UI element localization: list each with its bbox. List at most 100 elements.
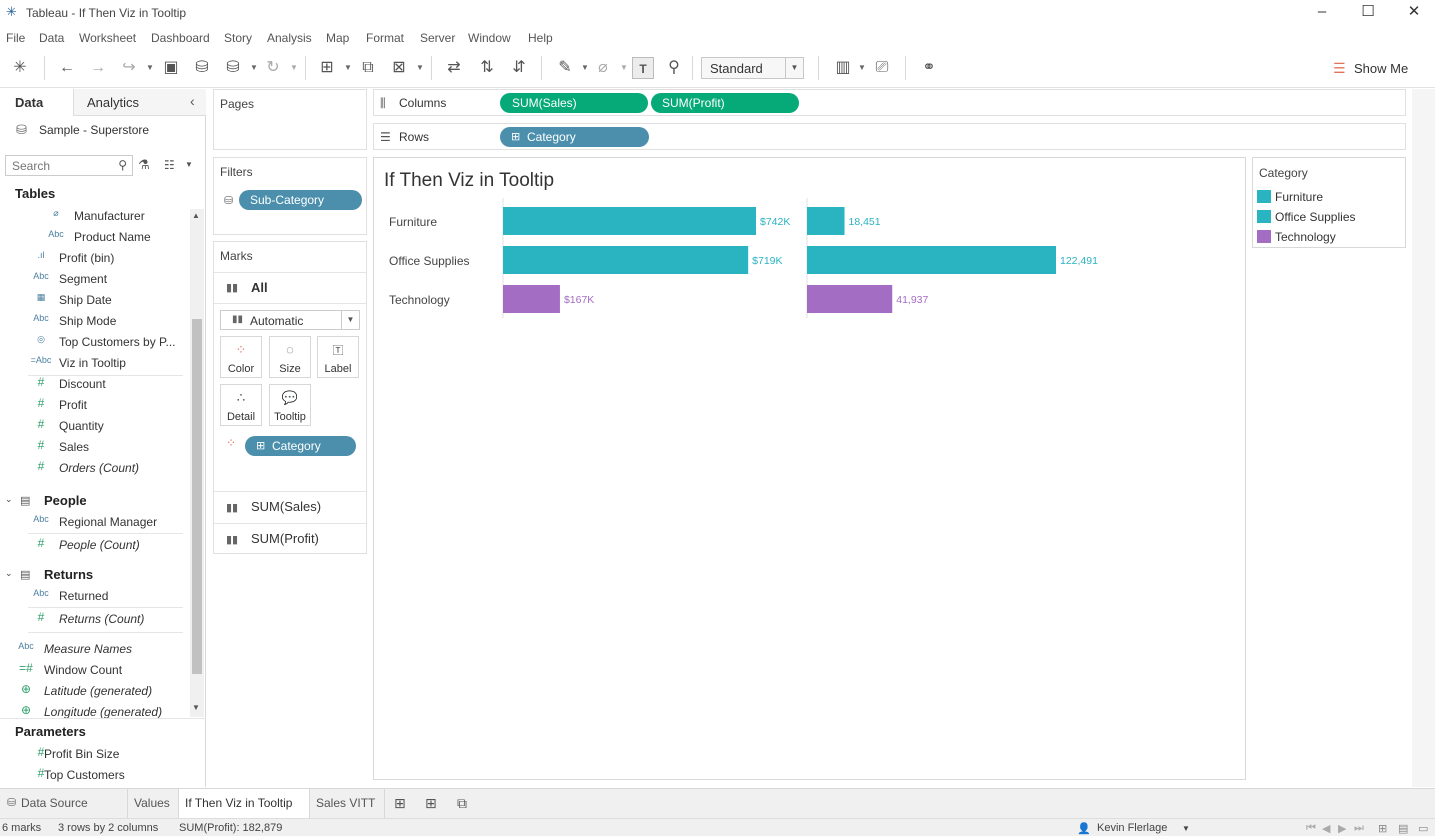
sort-ascending-icon[interactable]: ⇅ [476, 57, 498, 79]
chevron-down-icon[interactable]: ⌄ [5, 568, 13, 579]
show-tabs-icon[interactable]: ▭ [1418, 822, 1428, 835]
chevron-down-icon[interactable]: ▼ [185, 160, 193, 169]
measure-icon: # [37, 396, 45, 410]
tab-analytics[interactable]: Analytics [87, 95, 139, 110]
detail-button[interactable]: ∴ Detail [220, 384, 262, 426]
row-header-label: Furniture [389, 215, 437, 229]
database-icon: ⛁ [7, 797, 17, 809]
marks-sum-profit-row[interactable]: ▮▮ SUM(Profit) [214, 523, 366, 553]
next-sheet-icon[interactable]: ▶ [1338, 822, 1346, 835]
close-button[interactable]: ✕ [1391, 0, 1435, 26]
sort-descending-icon[interactable]: ⇵ [508, 57, 530, 79]
clear-sheet-icon[interactable]: ⊠ [388, 57, 410, 79]
save-icon[interactable]: ▣ [160, 57, 182, 79]
returns-header[interactable]: Returns [44, 567, 93, 582]
highlight-icon[interactable]: ✎ [554, 57, 576, 79]
redo-icon[interactable]: → [87, 57, 109, 79]
share-icon[interactable]: ⚭ [918, 57, 940, 79]
pages-card[interactable]: Pages [213, 89, 367, 150]
color-button[interactable]: ⁘ Color [220, 336, 262, 378]
menu-analysis[interactable]: Analysis [267, 31, 312, 45]
tab-sheet-values[interactable]: Values [128, 789, 179, 818]
menu-worksheet[interactable]: Worksheet [79, 31, 136, 45]
column-pill-sum-sales[interactable]: SUM(Sales) [500, 93, 648, 113]
color-encoding-icon: ⁘ [226, 436, 237, 450]
minimize-button[interactable]: – [1299, 0, 1345, 26]
undo-icon[interactable]: ← [56, 57, 78, 79]
people-header[interactable]: People [44, 493, 87, 508]
category-color-pill[interactable]: ⊞ Category [245, 436, 356, 456]
chevron-down-icon[interactable]: ▼ [1182, 824, 1190, 833]
refresh-icon[interactable]: ↻ [262, 57, 284, 79]
first-sheet-icon[interactable]: ⏮ [1306, 822, 1316, 835]
menu-window[interactable]: Window [468, 31, 511, 45]
new-worksheet-icon[interactable]: ⊞ [316, 57, 338, 79]
swap-icon[interactable]: ⇄ [443, 57, 465, 79]
menu-file[interactable]: File [6, 31, 25, 45]
status-user[interactable]: Kevin Flerlage [1097, 822, 1167, 834]
marks-all-row[interactable]: ▮▮ All [214, 272, 366, 304]
bar-chart-icon: ▮▮ [226, 282, 239, 294]
menu-format[interactable]: Format [366, 31, 404, 45]
maximize-button[interactable]: ☐ [1345, 0, 1391, 26]
mark-type-select[interactable]: ▮▮ Automatic ▼ [220, 310, 360, 330]
duplicate-sheet-icon[interactable]: ⧉ [357, 57, 379, 79]
column-pill-sum-profit[interactable]: SUM(Profit) [651, 93, 799, 113]
fit-select[interactable]: Standard ▼ [701, 57, 804, 79]
new-dashboard-icon[interactable]: ⊞ [425, 795, 437, 812]
field-label: Ship Mode [59, 314, 117, 328]
scroll-up-icon[interactable]: ▲ [192, 211, 200, 220]
bar-mark [807, 285, 893, 313]
menu-server[interactable]: Server [420, 31, 455, 45]
search-input[interactable] [6, 156, 116, 175]
filter-icon[interactable]: ⚗ [138, 157, 150, 173]
marks-sum-sales-row[interactable]: ▮▮ SUM(Sales) [214, 491, 366, 523]
fix-axes-icon[interactable]: ⚲ [663, 57, 685, 79]
window-title: Tableau - If Then Viz in Tooltip [26, 6, 187, 20]
tab-data[interactable]: Data [0, 89, 74, 116]
new-story-icon[interactable]: ⧉ [457, 795, 467, 812]
presentation-mode-icon[interactable]: ⎚ [871, 57, 893, 79]
rows-shelf[interactable]: ☰ Rows ⊞ Category [373, 123, 1406, 150]
columns-label: Columns [399, 96, 447, 110]
show-cards-icon[interactable]: ▥ [832, 57, 854, 79]
legend-item-office-supplies[interactable]: Office Supplies [1253, 207, 1405, 227]
new-worksheet-icon[interactable]: ⊞ [394, 795, 406, 812]
data-pane-scrollbar[interactable]: ▲ ▼ [190, 209, 204, 717]
collapse-pane-icon[interactable]: ‹ [190, 93, 195, 109]
show-sheet-sorter-icon[interactable]: ⊞ [1378, 822, 1387, 835]
prev-sheet-icon[interactable]: ◀ [1322, 822, 1330, 835]
show-filmstrip-icon[interactable]: ▤ [1398, 822, 1408, 835]
tableau-home-icon[interactable]: ✳ [9, 57, 31, 79]
tab-data-source[interactable]: ⛁ Data Source [0, 789, 128, 818]
filter-pill-sub-category[interactable]: Sub-Category [239, 190, 362, 210]
parameters-header: Parameters [15, 724, 86, 739]
filters-card[interactable]: Filters ⛁ Sub-Category [213, 157, 367, 235]
legend-item-furniture[interactable]: Furniture [1253, 187, 1405, 207]
show-mark-labels-icon[interactable]: T [632, 57, 654, 79]
pause-updates-icon[interactable]: ⛁ [222, 57, 244, 79]
last-sheet-icon[interactable]: ⏭ [1354, 822, 1364, 835]
columns-shelf[interactable]: ⫼ Columns SUM(Sales) SUM(Profit) [373, 89, 1406, 116]
group-members-icon[interactable]: ⌀ [592, 57, 614, 79]
tab-sheet-sales-vitt[interactable]: Sales VITT [310, 789, 385, 818]
chevron-down-icon[interactable]: ⌄ [5, 494, 13, 505]
legend-item-technology[interactable]: Technology [1253, 227, 1405, 247]
menu-map[interactable]: Map [326, 31, 349, 45]
menu-help[interactable]: Help [528, 31, 553, 45]
scroll-down-icon[interactable]: ▼ [192, 703, 200, 712]
bar-chart-icon: ▮▮ [226, 502, 239, 514]
row-pill-category[interactable]: ⊞ Category [500, 127, 649, 147]
menu-data[interactable]: Data [39, 31, 64, 45]
tooltip-button[interactable]: 💬 Tooltip [269, 384, 311, 426]
new-datasource-icon[interactable]: ⛁ [191, 57, 213, 79]
tab-sheet-if-then-viz-in-tooltip[interactable]: If Then Viz in Tooltip [179, 789, 310, 818]
size-button[interactable]: ◌ Size [269, 336, 311, 378]
label-button[interactable]: 🅃 Label [317, 336, 359, 378]
view-options-icon[interactable]: ☷ [164, 158, 175, 172]
string-dimension-icon: Abc [33, 514, 49, 524]
menu-dashboard[interactable]: Dashboard [151, 31, 210, 45]
replay-icon[interactable]: ↪ [118, 57, 140, 79]
menu-story[interactable]: Story [224, 31, 252, 45]
scrollbar-thumb[interactable] [192, 319, 202, 674]
